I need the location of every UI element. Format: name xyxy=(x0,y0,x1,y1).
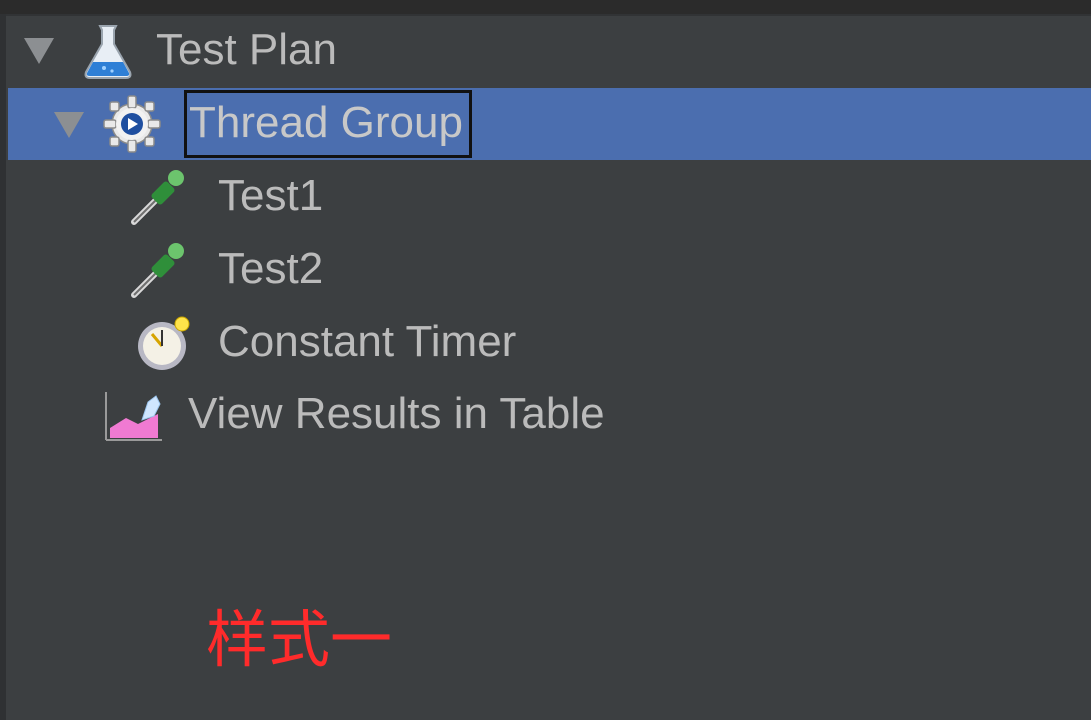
tree-node-constant-timer[interactable]: Constant Timer xyxy=(8,306,1091,378)
style-caption: 样式一 xyxy=(206,603,393,676)
tree-node-label: View Results in Table xyxy=(188,389,605,438)
tree-node-label: Thread Group xyxy=(184,90,472,158)
tree-node-test2[interactable]: Test2 xyxy=(8,233,1091,305)
tree-node-label: Test Plan xyxy=(156,25,337,74)
dropper-icon xyxy=(128,239,188,299)
tree-node-label: Test1 xyxy=(218,171,324,220)
gear-icon xyxy=(102,94,162,154)
tree-node-label: Constant Timer xyxy=(218,317,517,366)
flask-icon xyxy=(78,20,138,80)
dropper-icon xyxy=(128,166,188,226)
tree-node-test-plan[interactable]: Test Plan xyxy=(8,14,1091,86)
left-panel-edge xyxy=(0,14,6,720)
chart-icon xyxy=(102,384,162,444)
expand-toggle-icon[interactable] xyxy=(24,38,54,64)
expand-toggle-icon[interactable] xyxy=(54,112,84,138)
tree-node-thread-group[interactable]: Thread Group xyxy=(8,88,1091,160)
tree-node-label: Test2 xyxy=(218,244,324,293)
tree-node-test1[interactable]: Test1 xyxy=(8,160,1091,232)
stopwatch-icon xyxy=(132,312,192,372)
tree-node-view-results-in-table[interactable]: View Results in Table xyxy=(8,378,1091,450)
